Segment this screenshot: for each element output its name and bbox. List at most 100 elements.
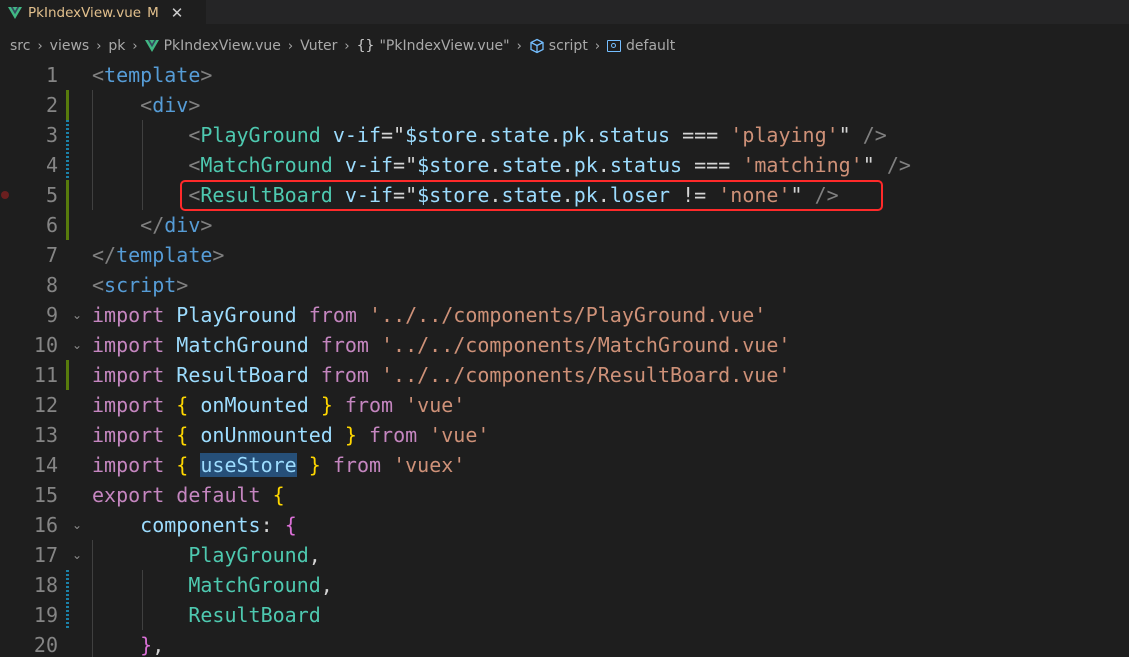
tab-pkindexview[interactable]: PkIndexView.vue M ✕ <box>0 0 206 24</box>
code-text[interactable]: import PlayGround from '../../components… <box>92 300 766 330</box>
code-token: from <box>332 453 382 477</box>
code-line[interactable]: 2 <div> <box>0 90 1129 120</box>
code-line[interactable]: 14 import { useStore } from 'vuex' <box>0 450 1129 480</box>
code-token: useStore <box>200 453 297 477</box>
line-number: 11 <box>33 363 58 387</box>
code-text[interactable]: }, <box>92 630 164 657</box>
code-token: ResultBoard <box>176 363 309 387</box>
code-text[interactable]: <div> <box>92 90 200 120</box>
code-text[interactable]: MatchGround, <box>92 570 333 600</box>
code-line[interactable]: 11 import ResultBoard from '../../compone… <box>0 360 1129 390</box>
code-token: > <box>200 63 213 87</box>
code-line[interactable]: 1 <template> <box>0 60 1129 90</box>
code-token: template <box>104 63 201 87</box>
code-token: import <box>92 363 165 387</box>
code-token: { <box>284 513 297 537</box>
code-token: state <box>501 153 562 177</box>
code-text[interactable]: <script> <box>92 270 188 300</box>
editor-tab-bar: PkIndexView.vue M ✕ <box>0 0 1129 24</box>
code-token: import <box>92 393 165 417</box>
code-token: > <box>212 243 225 267</box>
code-text[interactable]: import { onMounted } from 'vue' <box>92 390 465 420</box>
code-text[interactable]: export default { <box>92 480 285 510</box>
code-line[interactable]: 9 import PlayGround from '../../component… <box>0 300 1129 330</box>
code-text[interactable]: import { onUnmounted } from 'vue' <box>92 420 489 450</box>
code-token: import <box>92 453 165 477</box>
code-token: < <box>188 123 201 147</box>
code-line[interactable]: 15 export default { <box>0 480 1129 510</box>
code-token: import <box>92 423 165 447</box>
code-token: , <box>308 543 321 567</box>
code-text[interactable]: </template> <box>92 240 224 270</box>
line-number: 18 <box>33 573 58 597</box>
line-number: 7 <box>45 243 58 267</box>
code-token: MatchGround <box>200 153 333 177</box>
code-token: { <box>272 483 285 507</box>
code-token: === <box>682 153 743 177</box>
code-text[interactable]: ResultBoard <box>92 600 320 630</box>
breadcrumb-src[interactable]: src <box>10 38 30 54</box>
code-line[interactable]: 10 import MatchGround from '../../compone… <box>0 330 1129 360</box>
code-line[interactable]: 19 ResultBoard <box>0 600 1129 630</box>
breadcrumb-file[interactable]: PkIndexView.vue <box>164 38 281 54</box>
code-token: . <box>585 123 598 147</box>
code-text[interactable]: <template> <box>92 60 212 90</box>
code-token: onUnmounted <box>200 423 333 447</box>
code-token: pk <box>573 153 598 177</box>
code-token: { <box>176 423 189 447</box>
code-line[interactable]: 6 </div> <box>0 210 1129 240</box>
breadcrumb-default[interactable]: default <box>626 38 675 54</box>
breadcrumb-script[interactable]: script <box>549 38 588 54</box>
code-line[interactable]: 3 <PlayGround v-if="$store.state.pk.stat… <box>0 120 1129 150</box>
breadcrumb-vuter[interactable]: Vuter <box>300 38 337 54</box>
breadcrumb-module[interactable]: "PkIndexView.vue" <box>379 38 509 54</box>
code-line[interactable]: 4 <MatchGround v-if="$store.state.pk.sta… <box>0 150 1129 180</box>
code-token: . <box>549 123 562 147</box>
code-text[interactable]: import { useStore } from 'vuex' <box>92 450 465 480</box>
code-text[interactable]: </div> <box>92 210 212 240</box>
close-icon[interactable]: ✕ <box>171 4 184 22</box>
code-text[interactable]: <MatchGround v-if="$store.state.pk.statu… <box>92 150 911 180</box>
code-token: export <box>92 483 165 507</box>
code-text[interactable]: import ResultBoard from '../../component… <box>92 360 790 390</box>
code-line[interactable]: 16 components: { <box>0 510 1129 540</box>
line-number: 19 <box>33 603 58 627</box>
code-token: > <box>188 93 201 117</box>
code-line[interactable]: 12 import { onMounted } from 'vue' <box>0 390 1129 420</box>
code-token: '../../components/ResultBoard.vue' <box>381 363 791 387</box>
code-line[interactable]: 8 <script> <box>0 270 1129 300</box>
code-line[interactable]: 13 import { onUnmounted } from 'vue' <box>0 420 1129 450</box>
code-line[interactable]: 17 PlayGround, <box>0 540 1129 570</box>
code-line[interactable]: 7 </template> <box>0 240 1129 270</box>
code-text[interactable]: import MatchGround from '../../component… <box>92 330 790 360</box>
code-token: } <box>344 423 357 447</box>
code-token: PlayGround <box>188 543 309 567</box>
code-text[interactable]: <PlayGround v-if="$store.state.pk.status… <box>92 120 887 150</box>
code-editor[interactable]: ⌄ ⌄ ⌄ ⌄ 1 <template> 2 <div> 3 <PlayGround … <box>0 60 1129 657</box>
code-token: 'playing' <box>730 123 839 147</box>
line-number: 4 <box>45 153 58 177</box>
code-token: > <box>176 273 189 297</box>
chevron-right-icon: › <box>516 38 522 54</box>
code-token: =" <box>381 123 406 147</box>
code-text[interactable]: PlayGround, <box>92 540 321 570</box>
code-line[interactable]: 20 }, <box>0 630 1129 657</box>
breadcrumb-pk[interactable]: pk <box>108 38 125 54</box>
modified-indicator: M <box>147 4 159 21</box>
code-token: import <box>92 303 165 327</box>
code-token: '../../components/MatchGround.vue' <box>381 333 791 357</box>
code-text[interactable]: components: { <box>92 510 297 540</box>
code-line[interactable]: 18 MatchGround, <box>0 570 1129 600</box>
breadcrumb-views[interactable]: views <box>50 38 90 54</box>
code-token: > <box>200 213 213 237</box>
